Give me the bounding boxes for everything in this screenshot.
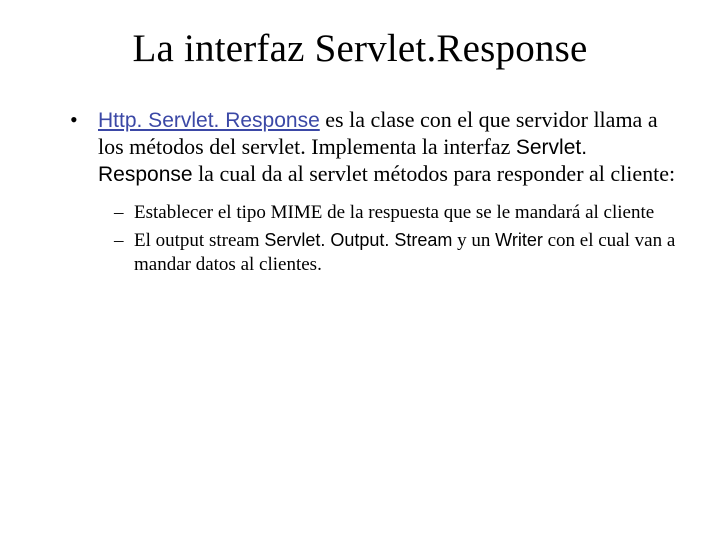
sub-bullet-1-text: Establecer el tipo MIME de la respuesta …: [134, 202, 654, 223]
http-servlet-response-link[interactable]: Http. Servlet. Response: [98, 109, 320, 132]
page-title: La interfaz Servlet.Response: [40, 26, 680, 71]
servlet-output-stream-api: Servlet. Output. Stream: [264, 230, 452, 250]
sub-bullet-list: Establecer el tipo MIME de la respuesta …: [114, 201, 680, 276]
bullet-item-1: Http. Servlet. Response es la clase con …: [70, 107, 680, 277]
sub-bullet-1: Establecer el tipo MIME de la respuesta …: [114, 201, 680, 225]
sub-bullet-2-middle: y un: [452, 230, 495, 251]
bullet-1-text-b: la cual da al servlet métodos para respo…: [193, 161, 676, 186]
sub-bullet-2: El output stream Servlet. Output. Stream…: [114, 229, 680, 277]
bullet-list: Http. Servlet. Response es la clase con …: [70, 107, 680, 277]
slide: La interfaz Servlet.Response Http. Servl…: [0, 0, 720, 540]
writer-api: Writer: [495, 230, 543, 250]
sub-bullet-2-prefix: El output stream: [134, 230, 264, 251]
